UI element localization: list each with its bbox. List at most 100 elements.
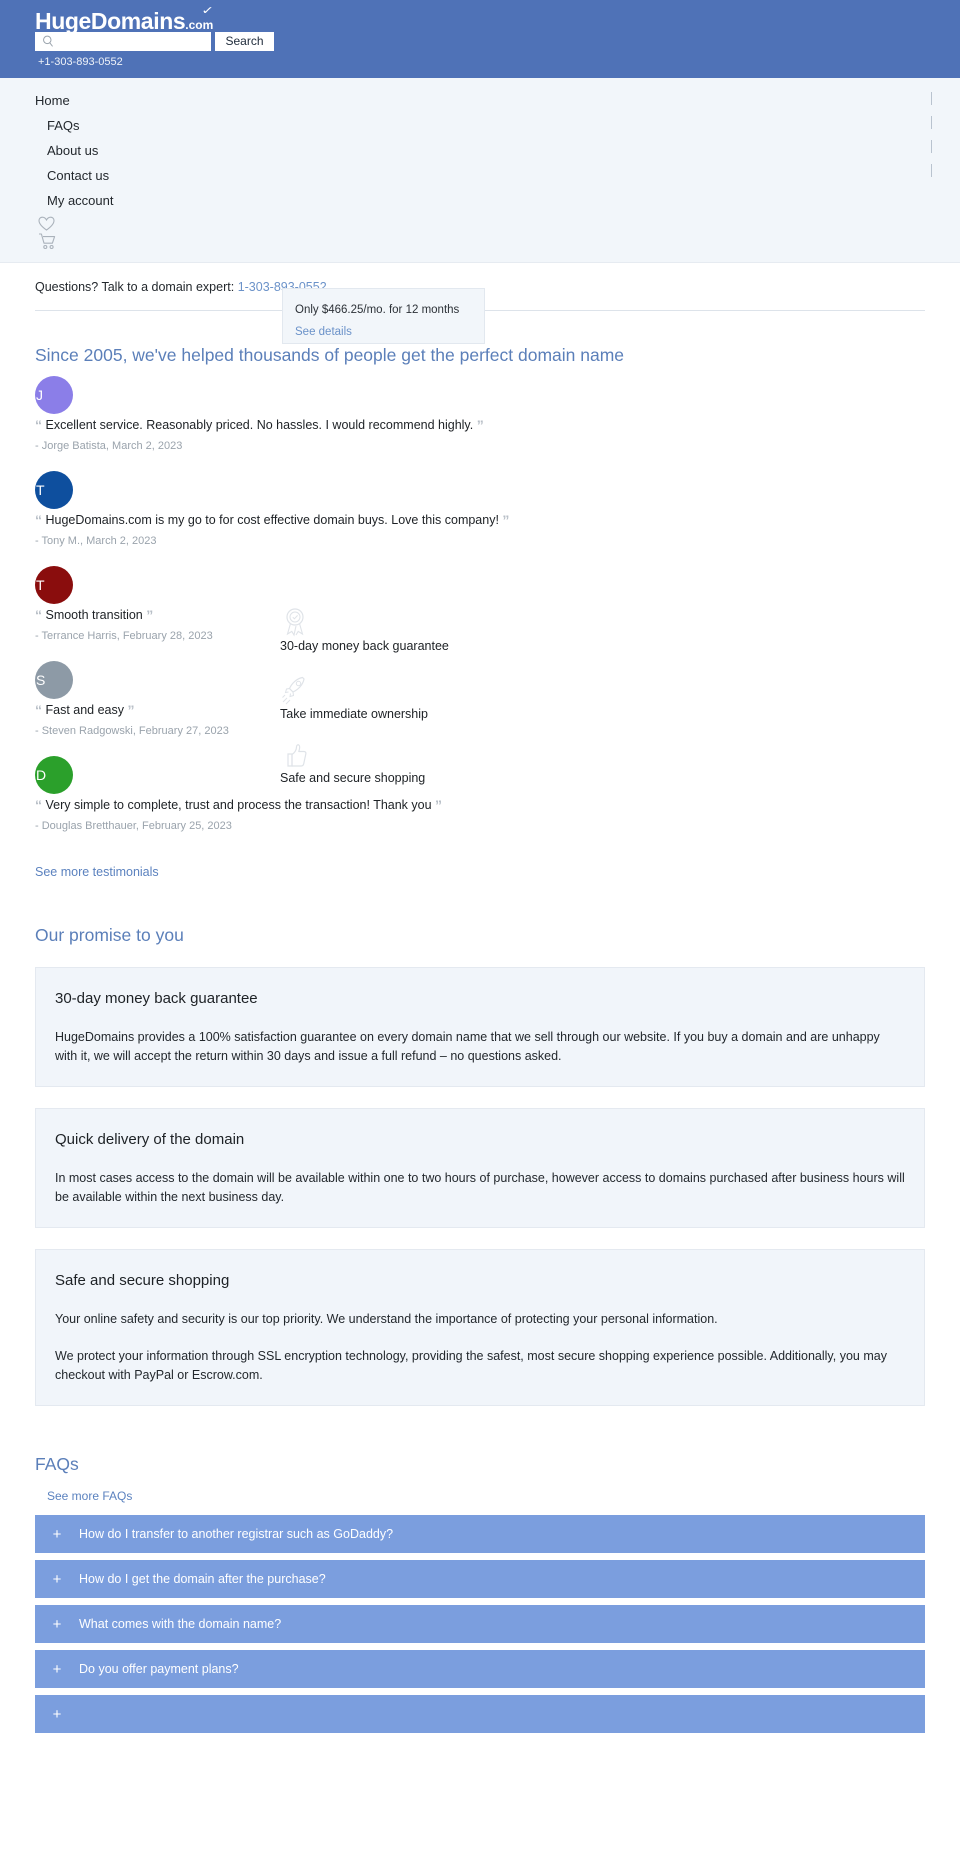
- testimonial-text: Very simple to complete, trust and proce…: [45, 798, 432, 812]
- nav-icon-group: [0, 213, 960, 256]
- quote-close-mark: ”: [127, 702, 135, 718]
- nav-item-contact-us[interactable]: Contact us: [0, 163, 960, 188]
- nav-divider: [931, 140, 932, 153]
- promise-card-text: Your online safety and security is our t…: [55, 1312, 718, 1326]
- plus-icon: +: [52, 1525, 62, 1543]
- promise-card-safe-shopping: Safe and secure shopping Your online saf…: [35, 1249, 925, 1406]
- cart-icon[interactable]: [38, 233, 57, 250]
- avatar-initial: D: [36, 767, 47, 783]
- promise-card-title: Safe and secure shopping: [55, 1272, 230, 1289]
- logo-check-icon: ✓: [201, 5, 214, 17]
- quote-open-mark: “: [35, 797, 42, 813]
- page-content: Questions? Talk to a domain expert: 1-30…: [0, 280, 960, 1733]
- promise-card-quick-delivery: Quick delivery of the domain In most cas…: [35, 1108, 925, 1228]
- faq-item[interactable]: + What comes with the domain name?: [35, 1605, 925, 1643]
- heart-icon[interactable]: [38, 216, 55, 231]
- price-text: Only $466.25/mo. for 12 months: [295, 304, 460, 316]
- testimonial-author: - Steven Radgowski, February 27, 2023: [35, 725, 229, 737]
- promise-card-text: HugeDomains provides a 100% satisfaction…: [55, 1030, 880, 1063]
- domain-expert-label: Questions? Talk to a domain expert:: [35, 280, 235, 294]
- avatar: J: [35, 376, 73, 414]
- avatar-initial: J: [36, 387, 43, 403]
- nav-divider: [931, 92, 932, 105]
- quote-close-mark: ”: [146, 607, 154, 623]
- see-more-testimonials-link[interactable]: See more testimonials: [35, 865, 159, 879]
- nav-label: Home: [35, 93, 70, 108]
- nav-divider: [931, 164, 932, 177]
- nav-label: FAQs: [47, 118, 80, 133]
- testimonial-text: Fast and easy: [45, 703, 124, 717]
- price-callout: Only $466.25/mo. for 12 months See detai…: [282, 288, 485, 344]
- testimonial-author: - Jorge Batista, March 2, 2023: [35, 440, 183, 452]
- quote-open-mark: “: [35, 417, 42, 433]
- site-logo[interactable]: HugeDomains.com ✓: [35, 5, 214, 35]
- search-area: Search: [35, 32, 274, 51]
- logo-text: HugeDomains: [35, 8, 186, 34]
- see-more-faqs-link[interactable]: See more FAQs: [47, 1489, 132, 1503]
- quote-close-mark: ”: [476, 417, 484, 433]
- avatar: S: [35, 661, 73, 699]
- quote-close-mark: ”: [502, 512, 510, 528]
- faq-item[interactable]: + How do I get the domain after the purc…: [35, 1560, 925, 1598]
- avatar: D: [35, 756, 73, 794]
- quote-open-mark: “: [35, 607, 42, 623]
- faq-question: Do you offer payment plans?: [79, 1662, 239, 1676]
- testimonial-author: - Tony M., March 2, 2023: [35, 535, 157, 547]
- avatar-initial: T: [36, 577, 45, 593]
- search-button[interactable]: Search: [215, 32, 274, 51]
- nav-divider: [931, 116, 932, 129]
- promise-card-title: 30-day money back guarantee: [55, 990, 258, 1007]
- testimonial-author: - Terrance Harris, February 28, 2023: [35, 630, 213, 642]
- testimonial-text: Smooth transition: [45, 608, 143, 622]
- plus-icon: +: [52, 1705, 62, 1723]
- testimonial-text: HugeDomains.com is my go to for cost eff…: [45, 513, 499, 527]
- testimonials-list: J “ Excellent service. Reasonably priced…: [35, 376, 925, 879]
- testimonial-quote: “ Fast and easy ”: [35, 702, 925, 719]
- plus-icon: +: [52, 1660, 62, 1678]
- avatar: T: [35, 471, 73, 509]
- testimonial-item: T “ HugeDomains.com is my go to for cost…: [35, 471, 925, 547]
- main-navigation: Home FAQs About us Contact us My account: [0, 78, 960, 263]
- logo-suffix: .com: [185, 18, 214, 32]
- nav-item-my-account[interactable]: My account: [0, 188, 960, 213]
- faq-item[interactable]: + Do you offer payment plans?: [35, 1650, 925, 1688]
- promise-card-title: Quick delivery of the domain: [55, 1131, 245, 1148]
- testimonial-quote: “ Excellent service. Reasonably priced. …: [35, 417, 925, 434]
- header-phone[interactable]: +1-303-893-0552: [38, 56, 123, 68]
- faq-item[interactable]: + How do I transfer to another registrar…: [35, 1515, 925, 1553]
- promise-card-text: In most cases access to the domain will …: [55, 1171, 905, 1204]
- nav-item-home[interactable]: Home: [0, 88, 960, 113]
- nav-item-about-us[interactable]: About us: [0, 138, 960, 163]
- nav-label: Contact us: [47, 168, 110, 183]
- faq-accordion: + How do I transfer to another registrar…: [35, 1515, 925, 1733]
- promise-section: Our promise to you 30-day money back gua…: [0, 925, 960, 1406]
- testimonials-heading: Since 2005, we've helped thousands of pe…: [35, 345, 625, 365]
- promise-card-text: We protect your information through SSL …: [55, 1349, 887, 1382]
- testimonial-item: S “ Fast and easy ” - Steven Radgowski, …: [35, 661, 925, 737]
- testimonial-author: - Douglas Bretthauer, February 25, 2023: [35, 820, 232, 832]
- testimonial-text: Excellent service. Reasonably priced. No…: [45, 418, 474, 432]
- testimonial-item: D “ Very simple to complete, trust and p…: [35, 756, 925, 832]
- promise-card-money-back: 30-day money back guarantee HugeDomains …: [35, 967, 925, 1087]
- faq-question: How do I transfer to another registrar s…: [79, 1527, 394, 1541]
- testimonial-item: J “ Excellent service. Reasonably priced…: [35, 376, 925, 452]
- see-details-link[interactable]: See details: [295, 326, 352, 338]
- plus-icon: +: [52, 1570, 62, 1588]
- search-input[interactable]: [35, 32, 211, 51]
- faq-question: How do I get the domain after the purcha…: [79, 1572, 326, 1586]
- nav-label: My account: [47, 193, 114, 208]
- avatar: T: [35, 566, 73, 604]
- faq-item[interactable]: +: [35, 1695, 925, 1733]
- avatar-initial: T: [36, 482, 45, 498]
- promise-heading: Our promise to you: [35, 925, 184, 945]
- nav-label: About us: [47, 143, 99, 158]
- avatar-initial: S: [36, 672, 46, 688]
- plus-icon: +: [52, 1615, 62, 1633]
- quote-open-mark: “: [35, 702, 42, 718]
- testimonial-item: T “ Smooth transition ” - Terrance Harri…: [35, 566, 925, 642]
- testimonial-quote: “ Smooth transition ”: [35, 607, 925, 624]
- faq-heading: FAQs: [35, 1454, 79, 1474]
- nav-item-faqs[interactable]: FAQs: [0, 113, 960, 138]
- faq-question: What comes with the domain name?: [79, 1617, 282, 1631]
- site-header: HugeDomains.com ✓ Search +1-303-893-0552: [0, 0, 960, 78]
